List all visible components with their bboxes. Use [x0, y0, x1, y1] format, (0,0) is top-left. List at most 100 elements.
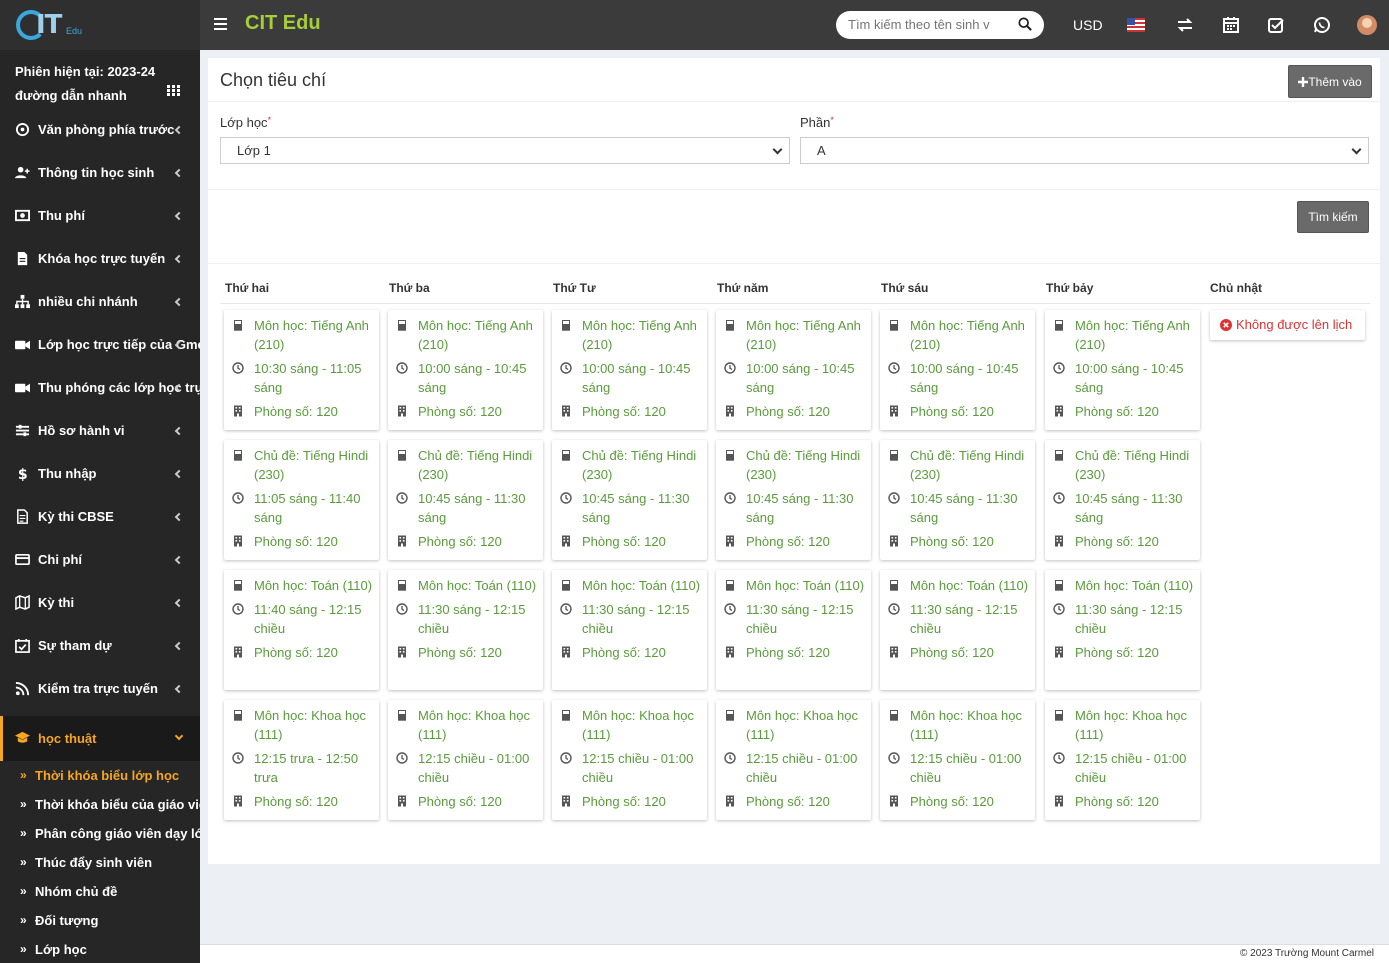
submenu-item-3[interactable]: » Thúc đẩy sinh viên — [0, 848, 200, 877]
card-subject-text: Chủ đề: Tiếng Hindi (230) — [418, 448, 533, 482]
card-time: 11:40 sáng - 12:15 chiều — [224, 600, 379, 638]
sidebar: Phiên hiện tại: 2023-24 đường dẫn nhanh … — [0, 50, 200, 963]
sidebar-item-8[interactable]: $ Thu nhập — [0, 452, 200, 495]
card-time-text: 10:45 sáng - 11:30 sáng — [582, 491, 690, 525]
sliders-icon — [15, 424, 30, 437]
card-time: 10:45 sáng - 11:30 sáng — [552, 489, 707, 527]
timetable-card: Môn học: Tiếng Anh (210) 10:00 sáng - 10:… — [552, 310, 707, 430]
menu-toggle-icon[interactable] — [214, 18, 227, 30]
timetable-card: Chủ đề: Tiếng Hindi (230) 10:45 sáng - 11… — [388, 440, 543, 560]
timetable-card: Chủ đề: Tiếng Hindi (230) 10:45 sáng - 11… — [880, 440, 1035, 560]
building-icon — [562, 405, 570, 417]
book-icon — [234, 320, 242, 331]
day-header-3: Thứ năm — [717, 281, 769, 295]
section-select[interactable]: A — [800, 137, 1369, 164]
book-icon — [234, 710, 242, 721]
quick-links-label[interactable]: đường dẫn nhanh — [15, 84, 185, 108]
chevron-down-icon — [1351, 144, 1362, 155]
card-subject-text: Môn học: Toán (110) — [582, 578, 701, 593]
building-icon — [562, 646, 570, 658]
sidebar-item-6[interactable]: Thu phóng các lớp học trực tiếp — [0, 366, 200, 409]
card-room: Phòng số: 120 — [1045, 643, 1200, 662]
sunday-no-schedule: Không được lên lịch — [1210, 310, 1365, 340]
flag-us-icon[interactable] — [1127, 18, 1145, 32]
building-icon — [726, 646, 734, 658]
sidebar-item-13[interactable]: Kiểm tra trực tuyến — [0, 667, 200, 710]
card-subject: Chủ đề: Tiếng Hindi (230) — [552, 446, 707, 484]
search-icon[interactable] — [1018, 17, 1032, 31]
search-button[interactable]: Tìm kiếm — [1297, 201, 1369, 233]
card-room-text: Phòng số: 120 — [746, 645, 830, 660]
chevron-left-icon — [174, 254, 184, 264]
sidebar-item-11[interactable]: Kỳ thi — [0, 581, 200, 624]
card-time-text: 12:15 chiều - 01:00 chiều — [1075, 751, 1187, 785]
sidebar-item-12[interactable]: Sự tham dự — [0, 624, 200, 667]
clock-icon — [1053, 603, 1065, 615]
sidebar-item-0[interactable]: Văn phòng phía trước — [0, 108, 200, 151]
timetable-card: Môn học: Khoa học (111) 12:15 chiều - 01:… — [1045, 700, 1200, 820]
calendar-icon[interactable] — [1221, 15, 1241, 35]
currency-selector[interactable]: USD — [1073, 17, 1103, 33]
check-square-icon[interactable] — [1266, 15, 1286, 35]
user-avatar[interactable] — [1357, 15, 1377, 35]
card-time: 11:30 sáng - 12:15 chiều — [1045, 600, 1200, 638]
submenu-item-4[interactable]: » Nhóm chủ đề — [0, 877, 200, 906]
book-icon — [726, 450, 734, 461]
double-chevron-right-icon: » — [20, 913, 27, 927]
sidebar-item-2[interactable]: Thu phí — [0, 194, 200, 237]
add-button[interactable]: Thêm vào — [1288, 65, 1372, 98]
submenu-item-2[interactable]: » Phân công giáo viên dạy lớp — [0, 819, 200, 848]
header-divider — [220, 303, 1370, 304]
card-subject: Môn học: Toán (110) — [224, 576, 379, 595]
clock-icon — [560, 603, 572, 615]
card-subject-text: Môn học: Khoa học (111) — [910, 708, 1023, 742]
submenu-item-1[interactable]: » Thời khóa biểu của giáo viên — [0, 790, 200, 819]
sidebar-item-4[interactable]: nhiều chi nhánh — [0, 280, 200, 323]
submenu-item-0[interactable]: » Thời khóa biểu lớp học — [0, 761, 200, 790]
card-room-text: Phòng số: 120 — [746, 534, 830, 549]
sidebar-item-5[interactable]: Lớp học trực tiếp của Gmeet — [0, 323, 200, 366]
whatsapp-icon[interactable] — [1312, 15, 1332, 35]
grid-icon[interactable] — [167, 85, 180, 96]
submenu-item-6[interactable]: » Lớp học — [0, 935, 200, 963]
sidebar-item-label: Thông tin học sinh — [38, 165, 155, 180]
sidebar-item-label: Thu nhập — [38, 466, 97, 481]
card-time-text: 10:00 sáng - 10:45 sáng — [910, 361, 1019, 395]
sidebar-item-7[interactable]: Hồ sơ hành vi — [0, 409, 200, 452]
swap-icon[interactable] — [1175, 15, 1195, 35]
book-icon — [398, 580, 406, 591]
building-icon — [726, 795, 734, 807]
logo[interactable]: IT Edu — [16, 8, 86, 42]
sidebar-item-9[interactable]: Kỳ thi CBSE — [0, 495, 200, 538]
clock-icon — [1053, 752, 1065, 764]
card-subject-text: Môn học: Khoa học (111) — [746, 708, 859, 742]
sidebar-menu: Văn phòng phía trước Thông tin học sinh Th… — [0, 108, 200, 710]
sidebar-item-3[interactable]: Khóa học trực tuyến — [0, 237, 200, 280]
card-room: Phòng số: 120 — [1045, 402, 1200, 421]
sidebar-item-academics[interactable]: học thuật — [0, 716, 200, 761]
card-time-text: 11:30 sáng - 12:15 chiều — [418, 602, 526, 636]
timetable-card: Môn học: Khoa học (111) 12:15 chiều - 01:… — [716, 700, 871, 820]
sidebar-submenu: » Thời khóa biểu lớp học » Thời khóa biểu c… — [0, 761, 200, 963]
sidebar-item-label: Kỳ thi CBSE — [38, 509, 114, 524]
card-room-text: Phòng số: 120 — [582, 645, 666, 660]
chevron-left-icon — [174, 125, 184, 135]
book-icon — [562, 580, 570, 591]
card-room: Phòng số: 120 — [388, 643, 543, 662]
class-select[interactable]: Lớp 1 — [220, 137, 790, 164]
card-subject: Chủ đề: Tiếng Hindi (230) — [224, 446, 379, 484]
card-time: 12:15 trưa - 12:50 trưa — [224, 749, 379, 787]
search-input[interactable] — [848, 17, 1008, 32]
graduation-cap-icon — [15, 731, 30, 743]
building-icon — [234, 535, 242, 547]
card-subject-text: Môn học: Tiếng Anh (210) — [418, 318, 533, 352]
building-icon — [234, 795, 242, 807]
card-time: 10:30 sáng - 11:05 sáng — [224, 359, 379, 397]
card-subject: Môn học: Toán (110) — [552, 576, 707, 595]
sidebar-item-1[interactable]: Thông tin học sinh — [0, 151, 200, 194]
card-time-text: 10:00 sáng - 10:45 sáng — [582, 361, 691, 395]
card-subject: Môn học: Khoa học (111) — [224, 706, 379, 744]
sidebar-item-10[interactable]: Chi phí — [0, 538, 200, 581]
submenu-item-5[interactable]: » Đối tượng — [0, 906, 200, 935]
card-time-text: 10:45 sáng - 11:30 sáng — [746, 491, 854, 525]
